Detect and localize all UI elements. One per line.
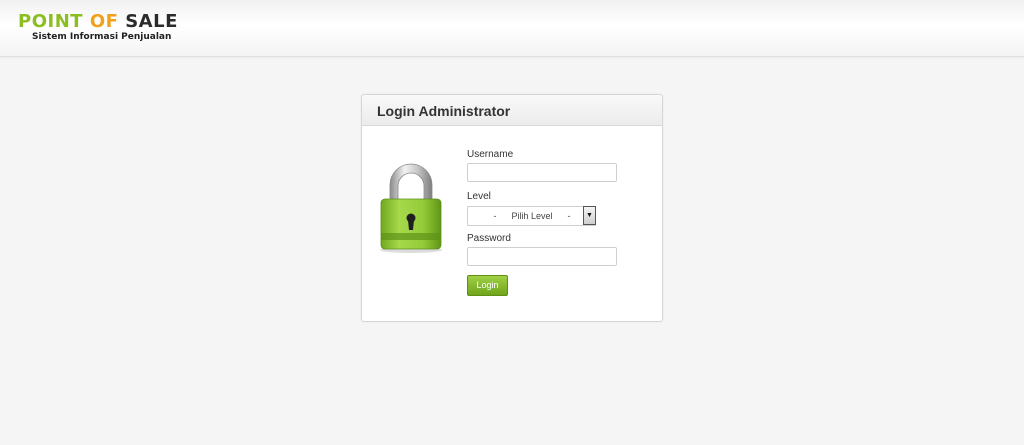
username-input[interactable] [467,163,617,182]
level-select[interactable]: - Pilih Level - [467,206,596,226]
password-label: Password [467,233,511,244]
brand-word-sale: SALE [125,11,178,32]
brand-title: POINT OF SALE [18,12,178,32]
level-label: Level [467,191,491,202]
password-input[interactable] [467,247,617,266]
login-panel-header: Login Administrator [362,95,662,126]
brand-logo: POINT OF SALE Sistem Informasi Penjualan [18,12,178,43]
login-panel: Login Administrator Username Level - Pil… [361,94,663,322]
brand-word-of: OF [89,11,119,32]
brand-subtitle: Sistem Informasi Penjualan [32,32,172,42]
brand-word-point: POINT [18,11,84,32]
padlock-icon [380,163,442,253]
login-title: Login Administrator [377,103,511,119]
top-header: POINT OF SALE Sistem Informasi Penjualan [0,0,1024,57]
username-label: Username [467,149,514,160]
chevron-down-icon[interactable]: ▼ [583,206,596,225]
login-button[interactable]: Login [467,275,508,296]
